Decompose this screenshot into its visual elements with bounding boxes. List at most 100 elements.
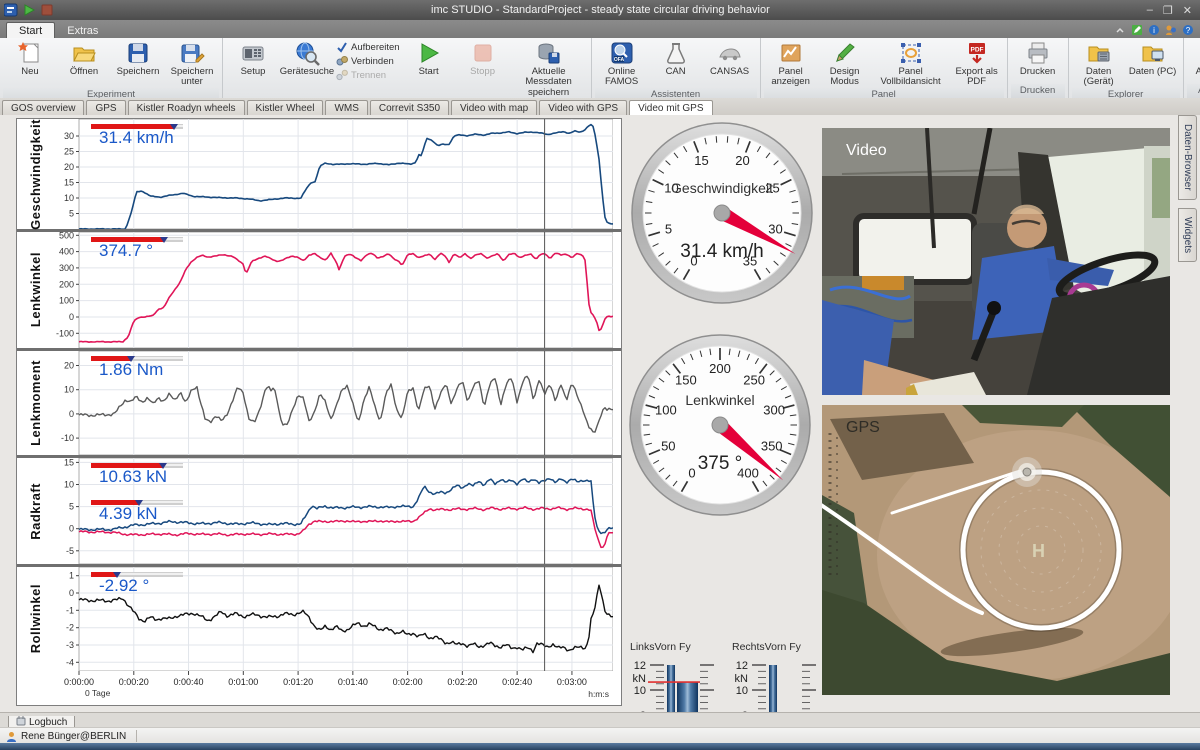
range-slider[interactable] (91, 124, 183, 129)
svg-text:0: 0 (688, 466, 695, 481)
start-button[interactable]: Start (402, 38, 456, 77)
ribbon-group-ger-testeuerung: SetupGerätesuche Aufbereiten Verbinden Tren… (223, 38, 592, 98)
button-label: Design Modus (819, 67, 871, 88)
chart-strip-lenkmoment[interactable]: Lenkmoment-10010201.86 Nm (17, 351, 621, 455)
imc-studio-window: imc STUDIO - StandardProject - steady st… (0, 0, 1200, 750)
svg-text:0:00:40: 0:00:40 (174, 677, 204, 687)
online-famos-icon: OFA (609, 40, 635, 66)
chart-strip-geschwindigkeit[interactable]: Geschwindigkeit5101520253031.4 km/h (17, 119, 621, 229)
side-tab-widgets[interactable]: Widgets (1178, 208, 1197, 262)
range-slider[interactable] (91, 500, 183, 505)
ger-tesuche-button[interactable]: Gerätesuche (280, 38, 334, 77)
stopp-button[interactable]: Stopp (456, 38, 510, 77)
online-famos-button[interactable]: OFAOnline FAMOS (595, 38, 649, 88)
users-icon[interactable] (1165, 23, 1177, 35)
gps-label: GPS (846, 419, 880, 437)
daten-pc-button[interactable]: Daten (PC) (1126, 38, 1180, 77)
chart-strip-radkraft[interactable]: Radkraft-505101510.63 kN4.39 kN (17, 458, 621, 564)
ffnen-button[interactable]: Öffnen (57, 38, 111, 77)
range-slider[interactable] (91, 237, 183, 242)
close-button[interactable]: ✕ (1183, 4, 1192, 17)
button-label: Online FAMOS (596, 67, 648, 88)
ribbon-group-assistenten: OFAOnline FAMOSCANCANSASAssistenten (592, 38, 761, 98)
button-label: Neu (21, 67, 38, 77)
range-slider[interactable] (91, 356, 183, 361)
panel-anzeigen-button[interactable]: Panel anzeigen (764, 38, 818, 88)
ribbon-tab-row: Start Extras i ? (0, 20, 1200, 38)
panel-tab-wms[interactable]: WMS (325, 100, 367, 115)
edit-icon[interactable] (1131, 23, 1143, 35)
panel-vollbildansicht-button[interactable]: Panel Vollbildansicht (872, 38, 950, 88)
play-icon (416, 40, 442, 66)
panel-tab-gos-overview[interactable]: GOS overview (2, 100, 84, 115)
save-data-icon (536, 40, 562, 66)
svg-text:?: ? (1186, 26, 1191, 35)
ribbon-group-explorer: Daten (Gerät)Daten (PC)Explorer (1069, 38, 1184, 98)
group-label: Drucken (1011, 84, 1065, 98)
export-als-pdf-button[interactable]: PDFExport als PDF (950, 38, 1004, 88)
aufbereiten-button[interactable]: Aufbereiten (336, 41, 400, 53)
button-label: Daten (PC) (1129, 67, 1177, 77)
svg-text:300: 300 (763, 403, 785, 418)
design-modus-button[interactable]: Design Modus (818, 38, 872, 88)
aktuelle-messdaten-speichern-button[interactable]: Aktuelle Messdaten speichern (510, 38, 588, 98)
trennen-button[interactable]: Trennen (336, 69, 400, 81)
check-icon (336, 41, 348, 53)
help-icon[interactable]: ? (1182, 23, 1194, 35)
svg-text:12: 12 (736, 660, 748, 672)
panel-tab-kistler-wheel[interactable]: Kistler Wheel (247, 100, 324, 115)
restore-button[interactable]: ❐ (1163, 4, 1173, 17)
svg-text:20: 20 (64, 162, 74, 172)
channel-readout: 1.86 Nm (91, 356, 183, 378)
speichern-unter-button[interactable]: Speichern unter (165, 38, 219, 88)
collapse-ribbon-icon[interactable] (1114, 23, 1126, 35)
footer-tab-row: Logbuch (0, 712, 1200, 728)
svg-text:10: 10 (736, 685, 748, 697)
button-label: Export als PDF (951, 67, 1003, 88)
svg-text:15: 15 (64, 178, 74, 188)
svg-text:20: 20 (735, 153, 749, 168)
chart-strip-lenkwinkel[interactable]: Lenkwinkel-1000100200300400500374.7 ° (17, 232, 621, 348)
svg-text:0:01:40: 0:01:40 (338, 677, 368, 687)
drucken-button[interactable]: Drucken (1011, 38, 1065, 77)
svg-text:kN: kN (735, 673, 749, 685)
svg-text:0 Tage: 0 Tage (85, 688, 111, 698)
range-slider[interactable] (91, 572, 183, 577)
panel-tab-correvit-s350[interactable]: Correvit S350 (370, 100, 449, 115)
daten-ger-t-button[interactable]: Daten (Gerät) (1072, 38, 1126, 88)
panel-tab-video-with-gps[interactable]: Video with GPS (539, 100, 627, 115)
auswahl-button[interactable]: Auswahl (1187, 38, 1200, 77)
range-slider[interactable] (91, 463, 183, 468)
svg-text:Lenkwinkel: Lenkwinkel (685, 392, 754, 408)
svg-text:10: 10 (64, 480, 74, 490)
button-label: Gerätesuche (280, 67, 334, 77)
ribbon-tab-extras[interactable]: Extras (55, 23, 110, 38)
quick-access-icons: i ? (1114, 20, 1194, 38)
svg-text:0:03:00: 0:03:00 (557, 677, 587, 687)
cansas-button[interactable]: CANSAS (703, 38, 757, 77)
panel-tab-gps[interactable]: GPS (86, 100, 125, 115)
setup-button[interactable]: Setup (226, 38, 280, 77)
minimize-button[interactable]: – (1147, 4, 1153, 17)
panel-tab-video-with-map[interactable]: Video with map (451, 100, 537, 115)
svg-text:0: 0 (69, 524, 74, 534)
channel-readout: -2.92 ° (91, 572, 183, 594)
button-label: Panel Vollbildansicht (873, 67, 949, 88)
chart-strip-rollwinkel[interactable]: Rollwinkel-4-3-2-101-2.92 ° (17, 567, 621, 671)
play-icon[interactable] (22, 3, 36, 17)
can-button[interactable]: CAN (649, 38, 703, 77)
info-icon[interactable]: i (1148, 23, 1160, 35)
side-tab-daten-browser[interactable]: Daten-Browser (1178, 115, 1197, 200)
setup-icon (240, 40, 266, 66)
verbinden-button[interactable]: Verbinden (336, 55, 400, 67)
speichern-button[interactable]: Speichern (111, 38, 165, 77)
readout-value: -2.92 ° (99, 577, 183, 594)
panel-tab-kistler-roadyn-wheels[interactable]: Kistler Roadyn wheels (128, 100, 245, 115)
stop-icon[interactable] (40, 3, 54, 17)
curve-window[interactable]: Geschwindigkeit5101520253031.4 km/hLenkw… (16, 118, 622, 706)
svg-text:15: 15 (64, 458, 74, 467)
ribbon-tab-start[interactable]: Start (6, 22, 55, 38)
svg-text:30: 30 (64, 131, 74, 141)
panel-tab-video-mit-gps[interactable]: Video mit GPS (629, 100, 712, 116)
neu-button[interactable]: Neu (3, 38, 57, 77)
